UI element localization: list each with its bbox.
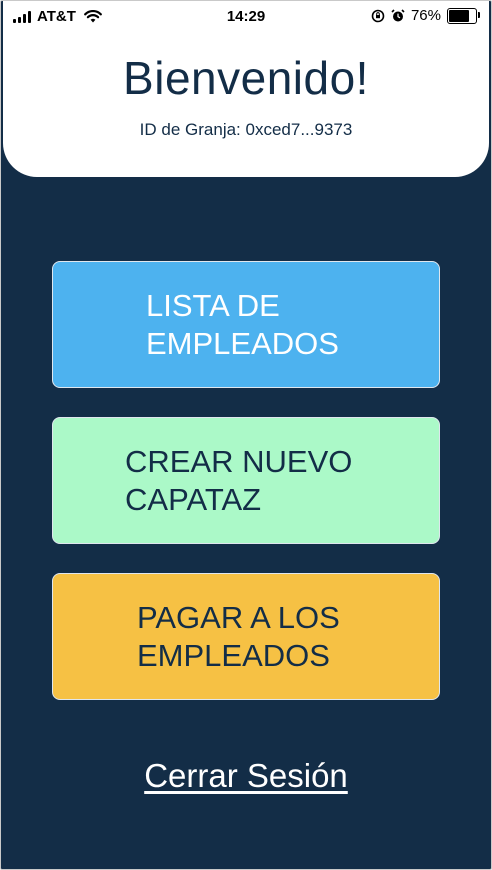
rotation-lock-icon [371, 9, 385, 22]
battery-fill [449, 9, 469, 22]
logout-row: Cerrar Sesión [1, 757, 491, 795]
app-screen: AT&T 14:29 76% Bienvenido! ID de Granja:… [0, 0, 492, 870]
farm-id-label: ID de Granja: 0xced7...9373 [139, 120, 353, 139]
status-bar: AT&T 14:29 76% [3, 1, 489, 35]
status-right: 76% [371, 7, 480, 24]
page-title: Bienvenido! [123, 52, 369, 104]
create-foreman-label: CREAR NUEVO CAPATAZ [125, 443, 353, 517]
alarm-icon [391, 8, 405, 21]
battery-percent: 76% [410, 7, 441, 24]
logout-link[interactable]: Cerrar Sesión [144, 757, 348, 794]
pay-employees-label: PAGAR A LOS EMPLEADOS [137, 599, 340, 673]
header-card: AT&T 14:29 76% Bienvenido! ID de Granja:… [3, 1, 489, 177]
battery-icon [447, 7, 480, 24]
employee-list-label: LISTA DE EMPLEADOS [146, 287, 339, 361]
pay-employees-button[interactable]: PAGAR A LOS EMPLEADOS [52, 573, 440, 700]
employee-list-button[interactable]: LISTA DE EMPLEADOS [52, 261, 440, 388]
create-foreman-button[interactable]: CREAR NUEVO CAPATAZ [52, 417, 440, 544]
